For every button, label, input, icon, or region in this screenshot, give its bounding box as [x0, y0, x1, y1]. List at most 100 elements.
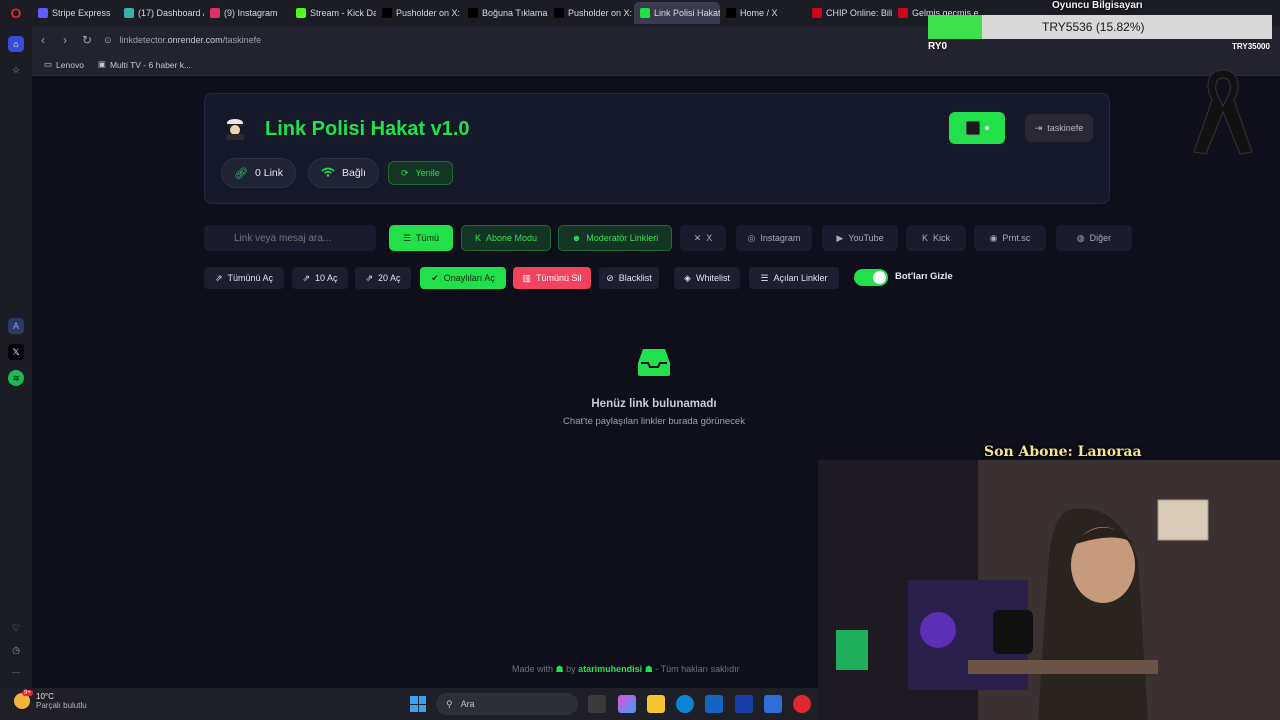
- browser-tab[interactable]: Stream - Kick Dash: [290, 2, 376, 24]
- kick-icon: K: [921, 233, 928, 243]
- action-t-m-n-a--button[interactable]: ⇗ Tümünü Aç: [204, 267, 284, 289]
- edge-icon[interactable]: [676, 695, 694, 713]
- webcam-image: [818, 460, 1280, 720]
- browser-tab[interactable]: Home / X: [720, 2, 806, 24]
- trash-icon: ▥: [522, 272, 531, 283]
- tab-label: Stripe Express: [52, 8, 111, 18]
- action-t-m-n-sil-button[interactable]: ▥ Tümünü Sil: [513, 267, 591, 289]
- filter-prnt-sc-button[interactable]: ◉ Prnt.sc: [974, 225, 1046, 251]
- store-icon[interactable]: [705, 695, 723, 713]
- file-explorer-icon[interactable]: [647, 695, 665, 713]
- tab-label: Pusholder on X: "Y: [396, 8, 462, 18]
- search-input[interactable]: [204, 225, 376, 251]
- tab-label: Home / X: [740, 8, 778, 18]
- tab-favicon-icon: [812, 8, 822, 18]
- lock-icon: ⊙: [104, 34, 112, 45]
- bookmark-multitv[interactable]: ▣ Multi TV - 6 haber k...: [98, 59, 191, 70]
- link-icon: 🔗︎: [234, 167, 248, 180]
- action-blacklist-button[interactable]: ⊘ Blacklist: [599, 267, 659, 289]
- filter-label: Diğer: [1089, 233, 1112, 243]
- taskbar-search[interactable]: ⚲ Ara: [436, 693, 578, 715]
- list-icon: ☰: [760, 272, 769, 283]
- footer-author-link[interactable]: atarimuhendisi: [578, 664, 642, 674]
- url-domain: onrender.com: [167, 35, 223, 45]
- opera-taskbar-icon[interactable]: [793, 695, 811, 713]
- action-label: Tümünü Aç: [227, 273, 274, 283]
- filter-x-button[interactable]: ✕ X: [680, 225, 726, 251]
- action-a-lan-linkler-button[interactable]: ☰ Açılan Linkler: [749, 267, 839, 289]
- action-10-a--button[interactable]: ⇗ 10 Aç: [292, 267, 348, 289]
- search-icon: ⚲: [446, 698, 453, 709]
- filter-label: Kick: [933, 233, 951, 243]
- browser-tab[interactable]: (17) Dashboard / S: [118, 2, 204, 24]
- logout-button[interactable]: ⇥ taskinefe: [1025, 114, 1093, 142]
- donation-progress-text: TRY5536 (15.82%): [1042, 20, 1145, 34]
- outlook-icon[interactable]: [764, 695, 782, 713]
- spotify-icon[interactable]: ≋: [8, 370, 24, 386]
- action-label: 10 Aç: [315, 273, 338, 283]
- browser-tab[interactable]: Boğuna Tıklama o: [462, 2, 548, 24]
- url-field[interactable]: ⊙ linkdetector.onrender.com/taskinefe: [104, 35, 261, 46]
- action-label: Onaylıları Aç: [443, 273, 495, 283]
- x-sidebar-icon[interactable]: 𝕏: [8, 344, 24, 360]
- filter-label: Tümü: [416, 233, 440, 243]
- filter-kick-button[interactable]: K Kick: [906, 225, 966, 251]
- bookmark-label: Lenovo: [56, 59, 84, 70]
- tab-label: Pusholder on X: "G: [568, 8, 634, 18]
- windows-start-icon[interactable]: [410, 696, 426, 712]
- lenovo-vantage-icon[interactable]: [735, 695, 753, 713]
- user-avatar-button[interactable]: [949, 112, 1005, 144]
- hide-bots-toggle[interactable]: [854, 269, 888, 286]
- tab-label: (17) Dashboard / S: [138, 8, 204, 18]
- reload-icon[interactable]: ↻: [76, 33, 98, 47]
- windows-taskbar: 9+ 10°C Parçalı bulutlu ⚲ Ara: [0, 688, 818, 720]
- tab-strip: Stripe Express (17) Dashboard / S (9) Inst…: [32, 0, 978, 26]
- refresh-button[interactable]: ⟳ Yenile: [388, 161, 453, 185]
- filter-t-m--button[interactable]: ☰ Tümü: [389, 225, 453, 251]
- action-whitelist-button[interactable]: ◈ Whitelist: [674, 267, 740, 289]
- logout-label: taskinefe: [1047, 123, 1084, 133]
- back-icon[interactable]: ‹: [32, 33, 54, 47]
- action-onayl-lar-a--button[interactable]: ✔ Onaylıları Aç: [420, 267, 506, 289]
- browser-tab[interactable]: Link Polisi Hakat v1.0: [634, 2, 720, 24]
- browser-tab[interactable]: CHIP Online: Bilişim: [806, 2, 892, 24]
- android-icon: ☗: [644, 664, 653, 674]
- browser-tab[interactable]: Pusholder on X: "Y: [376, 2, 462, 24]
- notification-badge: 9+: [22, 690, 33, 696]
- copilot-icon[interactable]: [618, 695, 636, 713]
- forward-icon[interactable]: ›: [54, 33, 76, 47]
- task-view-icon[interactable]: [588, 695, 606, 713]
- action-label: 20 Aç: [378, 273, 401, 283]
- browser-tab[interactable]: Stripe Express: [32, 2, 118, 24]
- filter-youtube-button[interactable]: ▶ YouTube: [822, 225, 898, 251]
- filter-di-er-button[interactable]: ◍ Diğer: [1056, 225, 1132, 251]
- refresh-icon: ⟳: [401, 167, 409, 178]
- aria-icon[interactable]: A: [8, 318, 24, 334]
- action-label: Whitelist: [695, 273, 730, 283]
- wifi-icon: [321, 167, 335, 180]
- bookmark-lenovo[interactable]: ▭ Lenovo: [44, 59, 84, 70]
- weather-widget[interactable]: 9+ 10°C Parçalı bulutlu: [14, 690, 87, 710]
- history-icon[interactable]: ◷: [8, 642, 24, 658]
- black-ribbon-icon: [1193, 69, 1253, 155]
- browser-tab[interactable]: (9) Instagram: [204, 2, 290, 24]
- filter-instagram-button[interactable]: ◎ Instagram: [736, 225, 812, 251]
- filter-moderat-r-linkleri-button[interactable]: ☻ Moderatör Linkleri: [558, 225, 672, 251]
- donation-goal-title: Oyuncu Bilgisayarı: [1052, 0, 1143, 11]
- opera-logo-icon[interactable]: O: [0, 0, 32, 26]
- home-icon[interactable]: ⌂: [8, 36, 24, 52]
- screen: O Stripe Express (17) Dashboard / S (9) In…: [0, 0, 1280, 720]
- browser-tab[interactable]: Pusholder on X: "G: [548, 2, 634, 24]
- empty-state: Henüz link bulunamadı Chat'te paylaşılan…: [504, 347, 804, 427]
- action-20-a--button[interactable]: ⇗ 20 Aç: [355, 267, 411, 289]
- more-icon[interactable]: ⋯: [8, 664, 24, 680]
- external-link-icon: ⇗: [365, 272, 373, 283]
- online-dot-icon: [984, 126, 989, 130]
- filter-abone-modu-button[interactable]: K Abone Modu: [461, 225, 551, 251]
- check-circle-icon: ✔: [431, 272, 439, 283]
- heart-icon[interactable]: ♡: [8, 620, 24, 636]
- star-icon[interactable]: ☆: [8, 62, 24, 78]
- user-shield-icon: ☻: [571, 233, 582, 243]
- action-label: Açılan Linkler: [773, 273, 828, 283]
- header-card: Link Polisi Hakat v1.0 🔗︎ 0 Link Bağlı ⟳…: [204, 93, 1110, 204]
